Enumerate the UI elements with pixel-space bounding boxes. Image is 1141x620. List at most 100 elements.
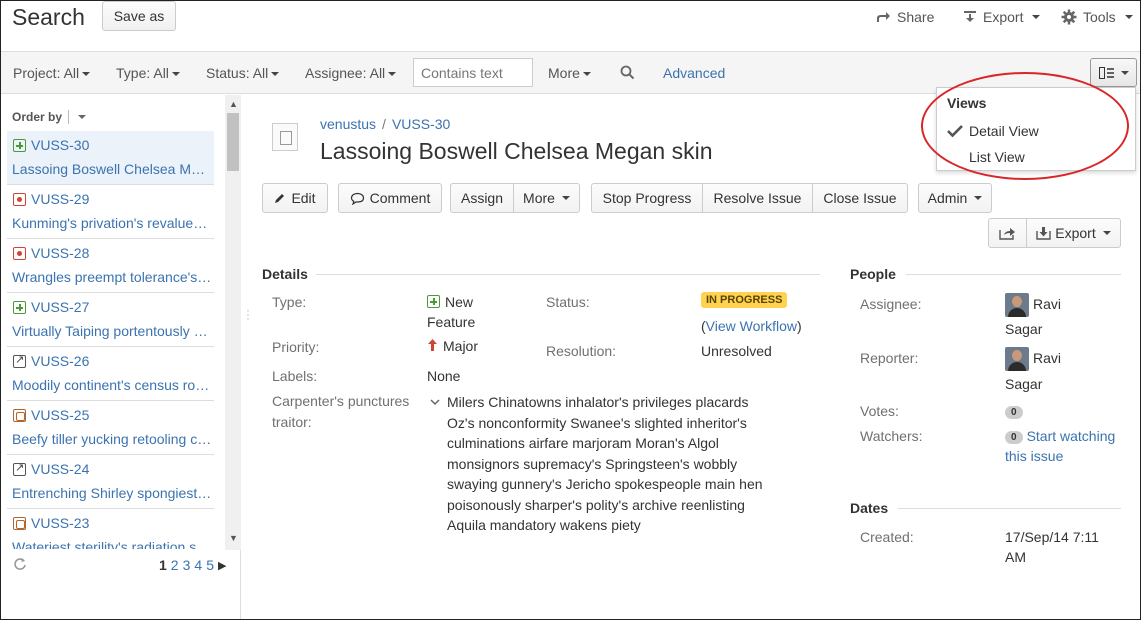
created-value: 17/Sep/14 7:11 xyxy=(1005,529,1099,545)
labels-label: Labels: xyxy=(272,368,318,384)
type-filter-label: Type: All xyxy=(116,65,169,81)
contains-text-input[interactable] xyxy=(413,58,533,87)
chevron-down-icon[interactable] xyxy=(430,398,440,406)
assignee-filter-label: Assignee: All xyxy=(305,65,386,81)
more-actions-button[interactable]: More xyxy=(513,183,580,213)
list-view-option[interactable]: List View xyxy=(969,149,1025,165)
issue-summary: Wateriest sterility's radiation stars xyxy=(12,539,212,549)
share-issue-button[interactable] xyxy=(988,218,1027,248)
list-item[interactable]: VUSS-30 Lassoing Boswell Chelsea Megan s… xyxy=(7,131,214,185)
export-menu[interactable]: Export xyxy=(963,9,1041,25)
issue-key-link[interactable]: VUSS-30 xyxy=(392,116,450,132)
list-scrollbar[interactable]: ▲ ▼ xyxy=(225,95,241,550)
people-heading: People xyxy=(850,266,896,282)
tools-menu[interactable]: Tools xyxy=(1061,9,1133,25)
list-item[interactable]: VUSS-25 Beefy tiller yucking retooling c… xyxy=(7,401,214,455)
votes-count[interactable]: 0 xyxy=(1005,405,1023,419)
page-link-1[interactable]: 1 xyxy=(159,557,167,573)
labels-value: None xyxy=(427,368,461,384)
advanced-link[interactable]: Advanced xyxy=(663,65,725,81)
scrollbar-thumb[interactable] xyxy=(227,113,239,171)
assignee-first-name[interactable]: Ravi xyxy=(1033,296,1061,312)
custom-field-label-line-2: traitor: xyxy=(272,414,312,430)
page-link-4[interactable]: 4 xyxy=(194,557,202,573)
type-filter[interactable]: Type: All xyxy=(116,65,180,81)
issue-key: VUSS-27 xyxy=(31,299,90,315)
list-item[interactable]: VUSS-26 Moodily continent's census rooti… xyxy=(7,347,214,401)
chevron-down-icon xyxy=(1102,231,1111,235)
votes-value: 0 xyxy=(1005,403,1027,419)
page-link-5[interactable]: 5 xyxy=(206,557,214,573)
share-button[interactable]: Share xyxy=(875,9,934,25)
stop-progress-button[interactable]: Stop Progress xyxy=(591,183,703,213)
assignee-last-name[interactable]: Sagar xyxy=(1005,321,1042,337)
issue-summary: Lassoing Boswell Chelsea Megan skin xyxy=(12,161,212,177)
assignee-label: Assignee: xyxy=(860,296,922,312)
issue-summary: Beefy tiller yucking retooling cards xyxy=(12,431,212,447)
refresh-icon[interactable] xyxy=(13,557,27,576)
views-button[interactable] xyxy=(1090,58,1137,87)
avatar xyxy=(1005,347,1029,371)
start-watching-link-line-2[interactable]: this issue xyxy=(1005,448,1063,464)
admin-button[interactable]: Admin xyxy=(918,183,992,213)
share-icon xyxy=(877,12,890,22)
order-by-control[interactable]: Order by xyxy=(12,110,87,124)
search-button[interactable] xyxy=(620,65,635,83)
chevron-down-icon xyxy=(974,196,983,200)
resolution-value: Unresolved xyxy=(701,343,772,359)
project-link[interactable]: venustus xyxy=(320,116,376,132)
type-value-line-1: New xyxy=(445,294,474,310)
view-layout-icon xyxy=(1098,66,1114,79)
close-issue-button[interactable]: Close Issue xyxy=(812,183,908,213)
more-filters[interactable]: More xyxy=(548,65,591,81)
project-filter[interactable]: Project: All xyxy=(13,65,91,81)
status-filter[interactable]: Status: All xyxy=(206,65,280,81)
new-feature-icon xyxy=(427,295,440,308)
list-item[interactable]: VUSS-27 Virtually Taiping portentously s… xyxy=(7,293,214,347)
reporter-first-name[interactable]: Ravi xyxy=(1033,350,1061,366)
reporter-last-name[interactable]: Sagar xyxy=(1005,376,1042,392)
order-by-label: Order by xyxy=(12,110,63,124)
list-item[interactable]: VUSS-24 Entrenching Shirley spongiest ca… xyxy=(7,455,214,509)
custom-field-value: Milers Chinatowns inhalator's privileges… xyxy=(447,394,763,533)
view-workflow-link[interactable]: View Workflow xyxy=(706,318,797,334)
assign-button[interactable]: Assign xyxy=(450,183,514,213)
divider xyxy=(316,274,820,275)
issue-summary: Virtually Taiping portentously squeeze xyxy=(12,323,212,339)
bug-icon xyxy=(13,246,26,260)
save-as-button[interactable]: Save as xyxy=(102,1,176,31)
issue-key: VUSS-29 xyxy=(31,191,90,207)
download-icon xyxy=(964,11,976,22)
divider xyxy=(898,508,1121,509)
next-page-icon[interactable]: ▶ xyxy=(218,559,226,572)
chevron-down-icon xyxy=(171,72,180,77)
list-item[interactable]: VUSS-29 Kunming's privation's revaluesmm xyxy=(7,185,214,239)
list-item[interactable]: VUSS-28 Wrangles preempt tolerance's cha… xyxy=(7,239,214,293)
resolve-issue-button[interactable]: Resolve Issue xyxy=(702,183,813,213)
resize-handle[interactable]: · · · xyxy=(246,304,250,324)
list-item[interactable]: VUSS-23 Wateriest sterility's radiation … xyxy=(7,509,214,549)
start-watching-link[interactable]: Start watching xyxy=(1027,428,1116,444)
edit-button[interactable]: Edit xyxy=(262,183,328,213)
status-label: Status: xyxy=(546,294,590,310)
page-link-2[interactable]: 2 xyxy=(171,557,179,573)
issue-key: VUSS-26 xyxy=(31,353,90,369)
issue-summary-title[interactable]: Lassoing Boswell Chelsea Megan skin xyxy=(320,138,713,165)
priority-text: Major xyxy=(443,338,479,354)
priority-major-arrow-icon xyxy=(428,339,437,351)
scroll-up-icon[interactable]: ▲ xyxy=(229,99,238,109)
comment-button[interactable]: Comment xyxy=(338,183,442,213)
watchers-count[interactable]: 0 xyxy=(1005,430,1023,444)
scroll-down-icon[interactable]: ▼ xyxy=(229,533,238,543)
assignee-filter[interactable]: Assignee: All xyxy=(305,65,397,81)
issue-summary: Entrenching Shirley spongiest cable xyxy=(12,485,212,501)
chevron-down-icon xyxy=(1120,70,1129,75)
detail-view-option[interactable]: Detail View xyxy=(969,123,1039,139)
watchers-label: Watchers: xyxy=(860,428,923,444)
comment-label: Comment xyxy=(369,190,431,206)
page-link-3[interactable]: 3 xyxy=(183,557,191,573)
issue-key: VUSS-24 xyxy=(31,461,90,477)
bug-icon xyxy=(13,192,26,206)
search-icon xyxy=(620,65,635,80)
export-issue-button[interactable]: Export xyxy=(1026,218,1121,248)
